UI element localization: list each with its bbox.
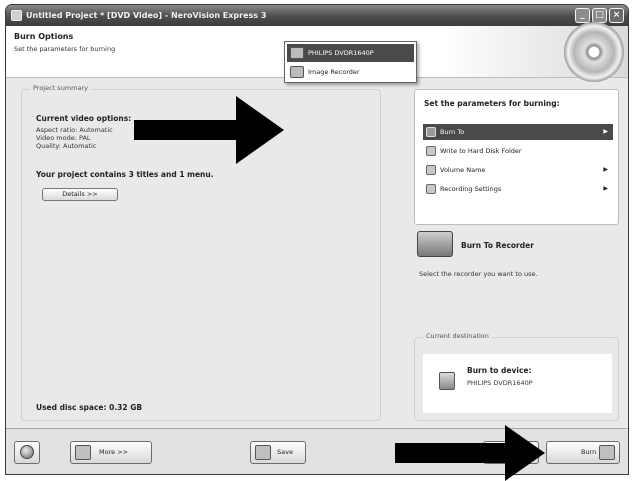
save-button-label: Save: [277, 448, 293, 456]
help-icon: [20, 445, 34, 459]
more-icon: [75, 445, 91, 460]
disc-logo-icon: [564, 22, 624, 82]
menu-item-label: Burn To: [440, 128, 465, 136]
more-button-label: More >>: [99, 448, 129, 456]
annotation-arrow-burn-icon: [395, 425, 545, 481]
recorder-device-icon: [417, 231, 453, 257]
close-button[interactable]: ×: [609, 8, 624, 23]
menu-item-burn-to[interactable]: Burn To ▶: [423, 124, 613, 140]
title-bar[interactable]: Untitled Project * [DVD Video] - NeroVis…: [6, 5, 628, 26]
save-button[interactable]: Save: [250, 441, 306, 464]
window-title: Untitled Project * [DVD Video] - NeroVis…: [26, 11, 267, 20]
burner-device-icon: [439, 372, 455, 390]
burn-button[interactable]: Burn: [546, 441, 620, 464]
destination-box: Burn to device: PHILIPS DVDR1640P: [423, 354, 612, 413]
details-button[interactable]: Details >>: [42, 188, 118, 201]
burn-parameters-heading: Set the parameters for burning:: [424, 99, 560, 108]
current-destination-group: Current destination Burn to device: PHIL…: [414, 332, 619, 421]
help-button[interactable]: [14, 441, 40, 464]
maximize-button[interactable]: □: [592, 8, 607, 23]
settings-icon: [426, 184, 436, 194]
destination-title: Burn to device:: [467, 366, 532, 375]
recorder-icon: [290, 47, 304, 59]
current-options-heading: Current video options:: [36, 114, 132, 123]
burn-parameters-panel: Set the parameters for burning: Burn To …: [414, 89, 619, 225]
used-disc-space: Used disc space: 0.32 GB: [36, 403, 143, 412]
submenu-arrow-icon: ▶: [603, 166, 608, 173]
page-title: Burn Options: [14, 32, 74, 41]
current-destination-legend: Current destination: [423, 332, 492, 340]
minimize-button[interactable]: _: [575, 8, 590, 23]
menu-item-label: Write to Hard Disk Folder: [440, 147, 522, 155]
volume-icon: [426, 165, 436, 175]
option-line: Quality: Automatic: [36, 142, 97, 150]
app-icon: [11, 10, 22, 21]
image-recorder-icon: [290, 66, 304, 78]
menu-item-write-to-hard-disk[interactable]: Write to Hard Disk Folder: [423, 143, 613, 159]
burn-disc-icon: [426, 127, 436, 137]
project-contents-text: Your project contains 3 titles and 1 men…: [36, 170, 214, 179]
project-summary-legend: Project summary: [30, 84, 91, 92]
submenu-item-image-recorder[interactable]: Image Recorder: [287, 63, 414, 81]
submenu-item-label: Image Recorder: [308, 68, 360, 76]
more-button[interactable]: More >>: [70, 441, 152, 464]
main-content: Project summary Current video options: A…: [6, 79, 628, 429]
submenu-item-label: PHILIPS DVDR1640P: [308, 49, 374, 57]
burn-icon: [599, 445, 615, 460]
submenu-arrow-icon: ▶: [603, 185, 608, 192]
menu-item-label: Volume Name: [440, 166, 486, 174]
submenu-arrow-icon: ▶: [603, 128, 608, 135]
page-subtitle: Set the parameters for burning: [14, 45, 116, 53]
menu-item-volume-name[interactable]: Volume Name ▶: [423, 162, 613, 178]
menu-item-recording-settings[interactable]: Recording Settings ▶: [423, 181, 613, 197]
destination-device-name: PHILIPS DVDR1640P: [467, 379, 533, 387]
burn-to-recorder-description: Select the recorder you want to use.: [419, 270, 538, 278]
burn-to-recorder-title: Burn To Recorder: [461, 241, 534, 250]
submenu-item-philips-recorder[interactable]: PHILIPS DVDR1640P: [287, 44, 414, 62]
folder-icon: [426, 146, 436, 156]
annotation-arrow-right-icon: [134, 96, 284, 164]
burn-to-submenu: PHILIPS DVDR1640P Image Recorder: [284, 41, 417, 83]
option-line: Aspect ratio: Automatic: [36, 126, 113, 134]
burn-button-label: Burn: [581, 448, 597, 456]
option-line: Video mode: PAL: [36, 134, 91, 142]
menu-item-label: Recording Settings: [440, 185, 502, 193]
save-icon: [255, 445, 271, 460]
